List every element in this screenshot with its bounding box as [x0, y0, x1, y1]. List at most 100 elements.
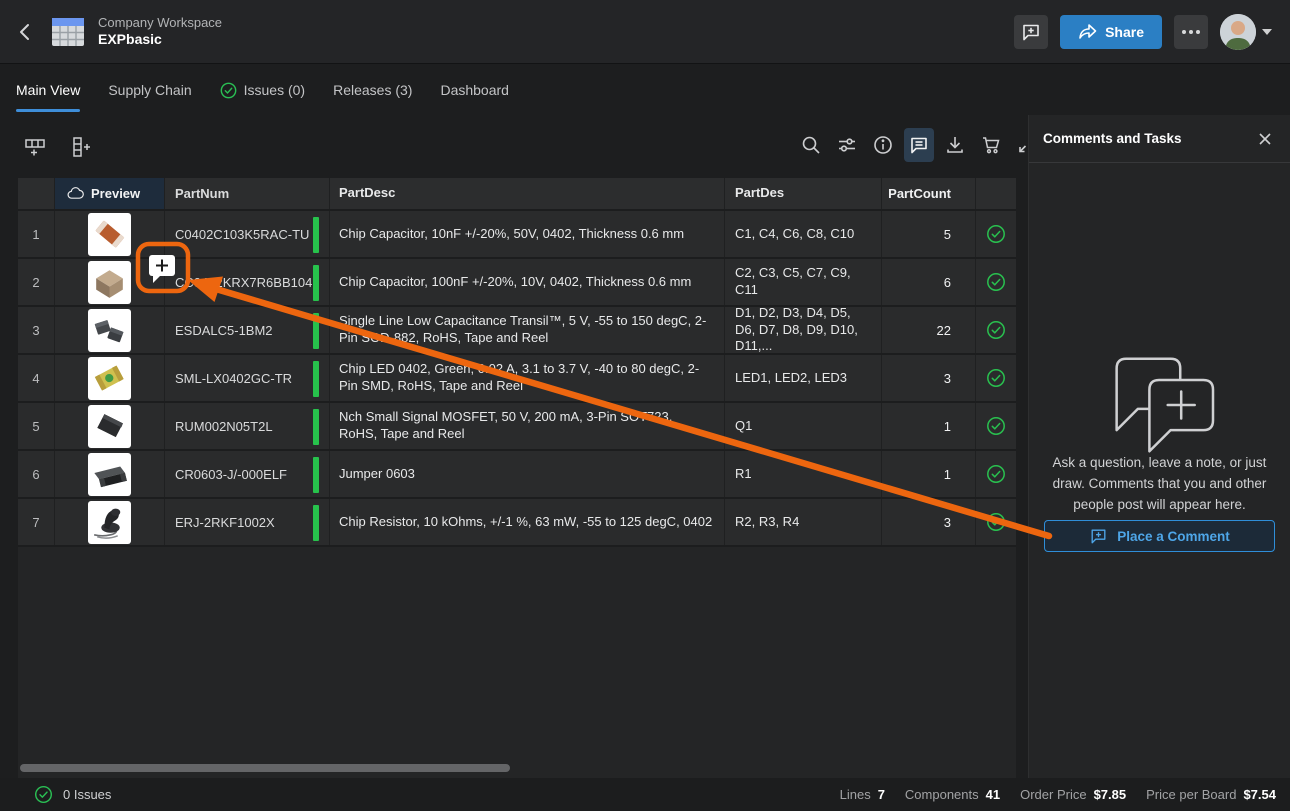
- partnum-cell[interactable]: SML-LX0402GC-TR: [165, 355, 330, 401]
- part-preview-image[interactable]: [88, 309, 131, 352]
- part-preview-image[interactable]: [88, 261, 131, 304]
- part-preview-cell[interactable]: [55, 355, 165, 401]
- tab-supply-chain[interactable]: Supply Chain: [108, 65, 191, 115]
- avatar[interactable]: [1220, 14, 1256, 50]
- table-row[interactable]: 2 CC0402KRX7R6BB104 Chip Capacitor, 100n…: [18, 259, 1016, 307]
- partdesc-cell[interactable]: Chip LED 0402, Green, 0.02 A, 3.1 to 3.7…: [330, 355, 725, 401]
- partdes-cell[interactable]: D1, D2, D3, D4, D5, D6, D7, D8, D9, D10,…: [725, 307, 882, 353]
- share-button[interactable]: Share: [1060, 15, 1162, 49]
- table-row[interactable]: 6 CR0603-J/-000ELF Jumper 0603 R1 1: [18, 451, 1016, 499]
- part-preview-cell[interactable]: [55, 259, 165, 305]
- partdesc-cell[interactable]: Jumper 0603: [330, 451, 725, 497]
- close-panel-button[interactable]: [1254, 128, 1276, 150]
- info-button[interactable]: [868, 128, 898, 162]
- partdes-cell[interactable]: Q1: [725, 403, 882, 449]
- user-menu[interactable]: [1220, 14, 1272, 50]
- partnum-cell[interactable]: ERJ-2RKF1002X: [165, 499, 330, 545]
- table-row[interactable]: 5 RUM002N05T2L Nch Small Signal MOSFET, …: [18, 403, 1016, 451]
- search-button[interactable]: [796, 128, 826, 162]
- header-partnum[interactable]: PartNum: [165, 178, 330, 209]
- header-partdes[interactable]: PartDes: [725, 178, 882, 209]
- partdesc-cell[interactable]: Chip Capacitor, 10nF +/-20%, 50V, 0402, …: [330, 211, 725, 257]
- part-preview-image[interactable]: [88, 213, 131, 256]
- part-preview-cell[interactable]: [55, 211, 165, 257]
- part-preview-image[interactable]: [88, 357, 131, 400]
- part-preview-image[interactable]: [88, 501, 131, 544]
- table-row[interactable]: 1 C0402C103K5RAC-TU Chip Capacitor, 10nF…: [18, 211, 1016, 259]
- tab-releases[interactable]: Releases (3): [333, 65, 412, 115]
- partcount-cell[interactable]: 3: [882, 355, 976, 401]
- more-options-button[interactable]: [1174, 15, 1208, 49]
- add-row-button[interactable]: [20, 130, 50, 164]
- partnum-cell[interactable]: C0402C103K5RAC-TU: [165, 211, 330, 257]
- partcount-cell[interactable]: 1: [882, 451, 976, 497]
- place-comment-label: Place a Comment: [1117, 529, 1230, 544]
- download-button[interactable]: [940, 128, 970, 162]
- stat-label: Lines: [840, 787, 871, 802]
- partdesc-text: Chip Resistor, 10 kOhms, +/-1 %, 63 mW, …: [339, 514, 712, 531]
- partdes-text: D1, D2, D3, D4, D5, D6, D7, D8, D9, D10,…: [735, 307, 871, 353]
- partnum-text: CR0603-J/-000ELF: [175, 467, 287, 482]
- partcount-cell[interactable]: 6: [882, 259, 976, 305]
- partdesc-text: Jumper 0603: [339, 466, 415, 483]
- horizontal-scrollbar[interactable]: [20, 764, 510, 772]
- part-preview-cell[interactable]: [55, 499, 165, 545]
- partdes-cell[interactable]: R2, R3, R4: [725, 499, 882, 545]
- partdes-cell[interactable]: C2, C3, C5, C7, C9, C11: [725, 259, 882, 305]
- header-row-number[interactable]: [18, 178, 55, 209]
- part-preview-cell[interactable]: [55, 307, 165, 353]
- partnum-cell[interactable]: ESDALC5-1BM2: [165, 307, 330, 353]
- add-column-icon: [69, 135, 93, 159]
- partnum-cell[interactable]: RUM002N05T2L: [165, 403, 330, 449]
- part-preview-image[interactable]: [88, 453, 131, 496]
- partdesc-cell[interactable]: Nch Small Signal MOSFET, 50 V, 200 mA, 3…: [330, 403, 725, 449]
- part-preview-cell[interactable]: [55, 403, 165, 449]
- table-row[interactable]: 4 SML-LX0402GC-TR Chip LED 0402, Green, …: [18, 355, 1016, 403]
- partcount-cell[interactable]: 1: [882, 403, 976, 449]
- partdes-cell[interactable]: C1, C4, C6, C8, C10: [725, 211, 882, 257]
- partdes-cell[interactable]: R1: [725, 451, 882, 497]
- tab-label: Main View: [16, 82, 80, 98]
- table-row[interactable]: 3 ESDALC5-1BM2 Single Line Low Capacitan…: [18, 307, 1016, 355]
- header-partcount[interactable]: PartCount: [882, 178, 976, 209]
- back-button[interactable]: [8, 15, 42, 49]
- header-preview[interactable]: Preview: [55, 178, 165, 209]
- issues-status[interactable]: 0 Issues: [34, 785, 111, 804]
- row-number: 1: [18, 211, 55, 257]
- partnum-cell[interactable]: CC0402KRX7R6BB104: [165, 259, 330, 305]
- partdesc-text: Chip LED 0402, Green, 0.02 A, 3.1 to 3.7…: [339, 361, 714, 395]
- row-ok-check-icon: [976, 451, 1016, 497]
- table-row[interactable]: 7 ERJ-2RKF1002X Chip Resistor, 10 kOhms,…: [18, 499, 1016, 547]
- part-preview-image[interactable]: [88, 405, 131, 448]
- partdesc-cell[interactable]: Chip Resistor, 10 kOhms, +/-1 %, 63 mW, …: [330, 499, 725, 545]
- partcount-cell[interactable]: 22: [882, 307, 976, 353]
- app-window: Company Workspace EXPbasic Share: [0, 0, 1290, 811]
- green-status-bar: [313, 265, 319, 301]
- partdesc-cell[interactable]: Chip Capacitor, 100nF +/-20%, 10V, 0402,…: [330, 259, 725, 305]
- add-column-button[interactable]: [66, 130, 96, 164]
- comments-panel-header: Comments and Tasks: [1029, 115, 1290, 163]
- project-table-logo-icon[interactable]: [50, 15, 86, 49]
- partdes-cell[interactable]: LED1, LED2, LED3: [725, 355, 882, 401]
- cart-button[interactable]: [976, 128, 1006, 162]
- stat-price-per-board: Price per Board $7.54: [1146, 787, 1276, 802]
- bom-table: Preview PartNum PartDesc PartDes PartCou…: [18, 178, 1016, 778]
- tab-issues[interactable]: Issues (0): [220, 65, 305, 115]
- partcount-cell[interactable]: 3: [882, 499, 976, 545]
- partcount-text: 6: [944, 275, 951, 290]
- filters-button[interactable]: [832, 128, 862, 162]
- partnum-cell[interactable]: CR0603-J/-000ELF: [165, 451, 330, 497]
- part-preview-cell[interactable]: [55, 451, 165, 497]
- add-row-icon: [23, 135, 47, 159]
- place-comment-button[interactable]: Place a Comment: [1044, 520, 1275, 552]
- comment-plus-icon: [1021, 22, 1041, 42]
- tab-main-view[interactable]: Main View: [16, 65, 80, 115]
- partdesc-cell[interactable]: Single Line Low Capacitance Transil™, 5 …: [330, 307, 725, 353]
- tab-label: Supply Chain: [108, 82, 191, 98]
- stat-value: $7.85: [1094, 787, 1127, 802]
- comments-toggle-button[interactable]: [904, 128, 934, 162]
- header-partdesc[interactable]: PartDesc: [330, 178, 725, 209]
- partcount-cell[interactable]: 5: [882, 211, 976, 257]
- add-comment-button[interactable]: [1014, 15, 1048, 49]
- tab-dashboard[interactable]: Dashboard: [440, 65, 509, 115]
